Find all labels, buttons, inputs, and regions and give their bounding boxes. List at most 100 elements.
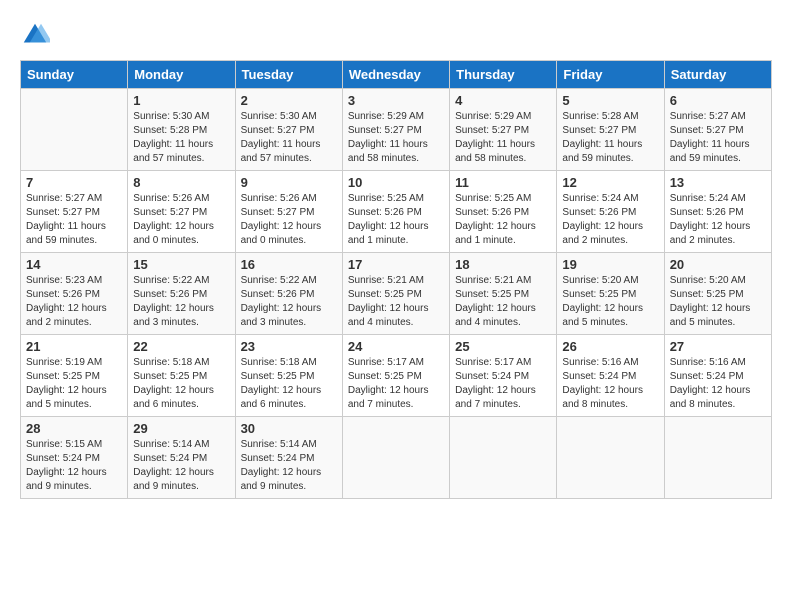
day-cell: 26 Sunrise: 5:16 AMSunset: 5:24 PMDayligh… xyxy=(557,335,664,417)
day-cell xyxy=(342,417,449,499)
week-row-4: 21Sunrise: 5:19 AMSunset: 5:25 PMDayligh… xyxy=(21,335,772,417)
day-number: 13 xyxy=(670,175,766,190)
col-header-sunday: Sunday xyxy=(21,61,128,89)
day-cell: 10 Sunrise: 5:25 AMSunset: 5:26 PMDayligh… xyxy=(342,171,449,253)
header-row: SundayMondayTuesdayWednesdayThursdayFrid… xyxy=(21,61,772,89)
day-cell: 19 Sunrise: 5:20 AMSunset: 5:25 PMDayligh… xyxy=(557,253,664,335)
day-number: 16 xyxy=(241,257,337,272)
day-cell: 21Sunrise: 5:19 AMSunset: 5:25 PMDayligh… xyxy=(21,335,128,417)
week-row-2: 7Sunrise: 5:27 AMSunset: 5:27 PMDaylight… xyxy=(21,171,772,253)
day-cell: 12Sunrise: 5:24 AMSunset: 5:26 PMDayligh… xyxy=(557,171,664,253)
day-number: 11 xyxy=(455,175,551,190)
day-info: Sunrise: 5:27 AMSunset: 5:27 PMDaylight:… xyxy=(670,110,766,166)
day-info: Sunrise: 5:14 AMSunset: 5:24 PMDaylight:… xyxy=(133,438,229,494)
day-number: 14 xyxy=(26,257,122,272)
day-cell: 9 Sunrise: 5:26 AMSunset: 5:27 PMDaylight… xyxy=(235,171,342,253)
day-cell: 8 Sunrise: 5:26 AMSunset: 5:27 PMDaylight… xyxy=(128,171,235,253)
day-cell: 24 Sunrise: 5:17 AMSunset: 5:25 PMDayligh… xyxy=(342,335,449,417)
col-header-monday: Monday xyxy=(128,61,235,89)
day-cell xyxy=(557,417,664,499)
day-cell: 3Sunrise: 5:29 AMSunset: 5:27 PMDaylight… xyxy=(342,89,449,171)
day-number: 4 xyxy=(455,93,551,108)
day-info: Sunrise: 5:24 AMSunset: 5:26 PMDaylight:… xyxy=(670,192,766,248)
week-row-3: 14 Sunrise: 5:23 AMSunset: 5:26 PMDayligh… xyxy=(21,253,772,335)
day-info: Sunrise: 5:22 AMSunset: 5:26 PMDaylight:… xyxy=(241,274,337,330)
day-cell xyxy=(450,417,557,499)
day-info: Sunrise: 5:26 AMSunset: 5:27 PMDaylight:… xyxy=(241,192,337,248)
day-number: 7 xyxy=(26,175,122,190)
logo xyxy=(20,20,52,50)
day-info: Sunrise: 5:17 AMSunset: 5:25 PMDaylight:… xyxy=(348,356,444,412)
day-info: Sunrise: 5:30 AMSunset: 5:28 PMDaylight:… xyxy=(133,110,229,166)
day-cell: 29 Sunrise: 5:14 AMSunset: 5:24 PMDayligh… xyxy=(128,417,235,499)
day-number: 19 xyxy=(562,257,658,272)
day-number: 15 xyxy=(133,257,229,272)
day-number: 22 xyxy=(133,339,229,354)
day-cell: 28 Sunrise: 5:15 AMSunset: 5:24 PMDayligh… xyxy=(21,417,128,499)
col-header-wednesday: Wednesday xyxy=(342,61,449,89)
day-number: 6 xyxy=(670,93,766,108)
day-number: 8 xyxy=(133,175,229,190)
day-number: 25 xyxy=(455,339,551,354)
day-info: Sunrise: 5:21 AMSunset: 5:25 PMDaylight:… xyxy=(455,274,551,330)
day-number: 18 xyxy=(455,257,551,272)
day-info: Sunrise: 5:16 AMSunset: 5:24 PMDaylight:… xyxy=(670,356,766,412)
col-header-thursday: Thursday xyxy=(450,61,557,89)
day-number: 26 xyxy=(562,339,658,354)
calendar-table: SundayMondayTuesdayWednesdayThursdayFrid… xyxy=(20,60,772,499)
day-cell: 15 Sunrise: 5:22 AMSunset: 5:26 PMDayligh… xyxy=(128,253,235,335)
col-header-tuesday: Tuesday xyxy=(235,61,342,89)
day-cell: 30 Sunrise: 5:14 AMSunset: 5:24 PMDayligh… xyxy=(235,417,342,499)
day-info: Sunrise: 5:18 AMSunset: 5:25 PMDaylight:… xyxy=(241,356,337,412)
day-info: Sunrise: 5:20 AMSunset: 5:25 PMDaylight:… xyxy=(670,274,766,330)
day-cell: 5Sunrise: 5:28 AMSunset: 5:27 PMDaylight… xyxy=(557,89,664,171)
day-info: Sunrise: 5:15 AMSunset: 5:24 PMDaylight:… xyxy=(26,438,122,494)
day-number: 9 xyxy=(241,175,337,190)
day-cell: 16 Sunrise: 5:22 AMSunset: 5:26 PMDayligh… xyxy=(235,253,342,335)
day-cell: 17 Sunrise: 5:21 AMSunset: 5:25 PMDayligh… xyxy=(342,253,449,335)
day-number: 2 xyxy=(241,93,337,108)
day-info: Sunrise: 5:20 AMSunset: 5:25 PMDaylight:… xyxy=(562,274,658,330)
day-cell: 23 Sunrise: 5:18 AMSunset: 5:25 PMDayligh… xyxy=(235,335,342,417)
day-number: 30 xyxy=(241,421,337,436)
day-cell: 25 Sunrise: 5:17 AMSunset: 5:24 PMDayligh… xyxy=(450,335,557,417)
day-info: Sunrise: 5:21 AMSunset: 5:25 PMDaylight:… xyxy=(348,274,444,330)
day-cell xyxy=(664,417,771,499)
day-info: Sunrise: 5:30 AMSunset: 5:27 PMDaylight:… xyxy=(241,110,337,166)
col-header-saturday: Saturday xyxy=(664,61,771,89)
day-info: Sunrise: 5:16 AMSunset: 5:24 PMDaylight:… xyxy=(562,356,658,412)
day-number: 27 xyxy=(670,339,766,354)
day-cell: 20 Sunrise: 5:20 AMSunset: 5:25 PMDayligh… xyxy=(664,253,771,335)
day-info: Sunrise: 5:29 AMSunset: 5:27 PMDaylight:… xyxy=(455,110,551,166)
col-header-friday: Friday xyxy=(557,61,664,89)
day-number: 17 xyxy=(348,257,444,272)
day-info: Sunrise: 5:17 AMSunset: 5:24 PMDaylight:… xyxy=(455,356,551,412)
day-number: 20 xyxy=(670,257,766,272)
day-info: Sunrise: 5:25 AMSunset: 5:26 PMDaylight:… xyxy=(348,192,444,248)
week-row-1: 1 Sunrise: 5:30 AMSunset: 5:28 PMDaylight… xyxy=(21,89,772,171)
day-cell: 2 Sunrise: 5:30 AMSunset: 5:27 PMDaylight… xyxy=(235,89,342,171)
day-cell: 1 Sunrise: 5:30 AMSunset: 5:28 PMDaylight… xyxy=(128,89,235,171)
day-number: 29 xyxy=(133,421,229,436)
day-number: 1 xyxy=(133,93,229,108)
day-number: 10 xyxy=(348,175,444,190)
day-number: 12 xyxy=(562,175,658,190)
day-info: Sunrise: 5:25 AMSunset: 5:26 PMDaylight:… xyxy=(455,192,551,248)
day-info: Sunrise: 5:28 AMSunset: 5:27 PMDaylight:… xyxy=(562,110,658,166)
day-info: Sunrise: 5:29 AMSunset: 5:27 PMDaylight:… xyxy=(348,110,444,166)
day-cell: 18 Sunrise: 5:21 AMSunset: 5:25 PMDayligh… xyxy=(450,253,557,335)
day-cell xyxy=(21,89,128,171)
day-info: Sunrise: 5:18 AMSunset: 5:25 PMDaylight:… xyxy=(133,356,229,412)
day-info: Sunrise: 5:26 AMSunset: 5:27 PMDaylight:… xyxy=(133,192,229,248)
day-cell: 22 Sunrise: 5:18 AMSunset: 5:25 PMDayligh… xyxy=(128,335,235,417)
day-info: Sunrise: 5:22 AMSunset: 5:26 PMDaylight:… xyxy=(133,274,229,330)
day-info: Sunrise: 5:14 AMSunset: 5:24 PMDaylight:… xyxy=(241,438,337,494)
page-header xyxy=(20,20,772,50)
day-info: Sunrise: 5:23 AMSunset: 5:26 PMDaylight:… xyxy=(26,274,122,330)
day-number: 24 xyxy=(348,339,444,354)
day-cell: 4 Sunrise: 5:29 AMSunset: 5:27 PMDaylight… xyxy=(450,89,557,171)
day-number: 23 xyxy=(241,339,337,354)
day-number: 28 xyxy=(26,421,122,436)
day-cell: 13 Sunrise: 5:24 AMSunset: 5:26 PMDayligh… xyxy=(664,171,771,253)
day-info: Sunrise: 5:19 AMSunset: 5:25 PMDaylight:… xyxy=(26,356,122,412)
